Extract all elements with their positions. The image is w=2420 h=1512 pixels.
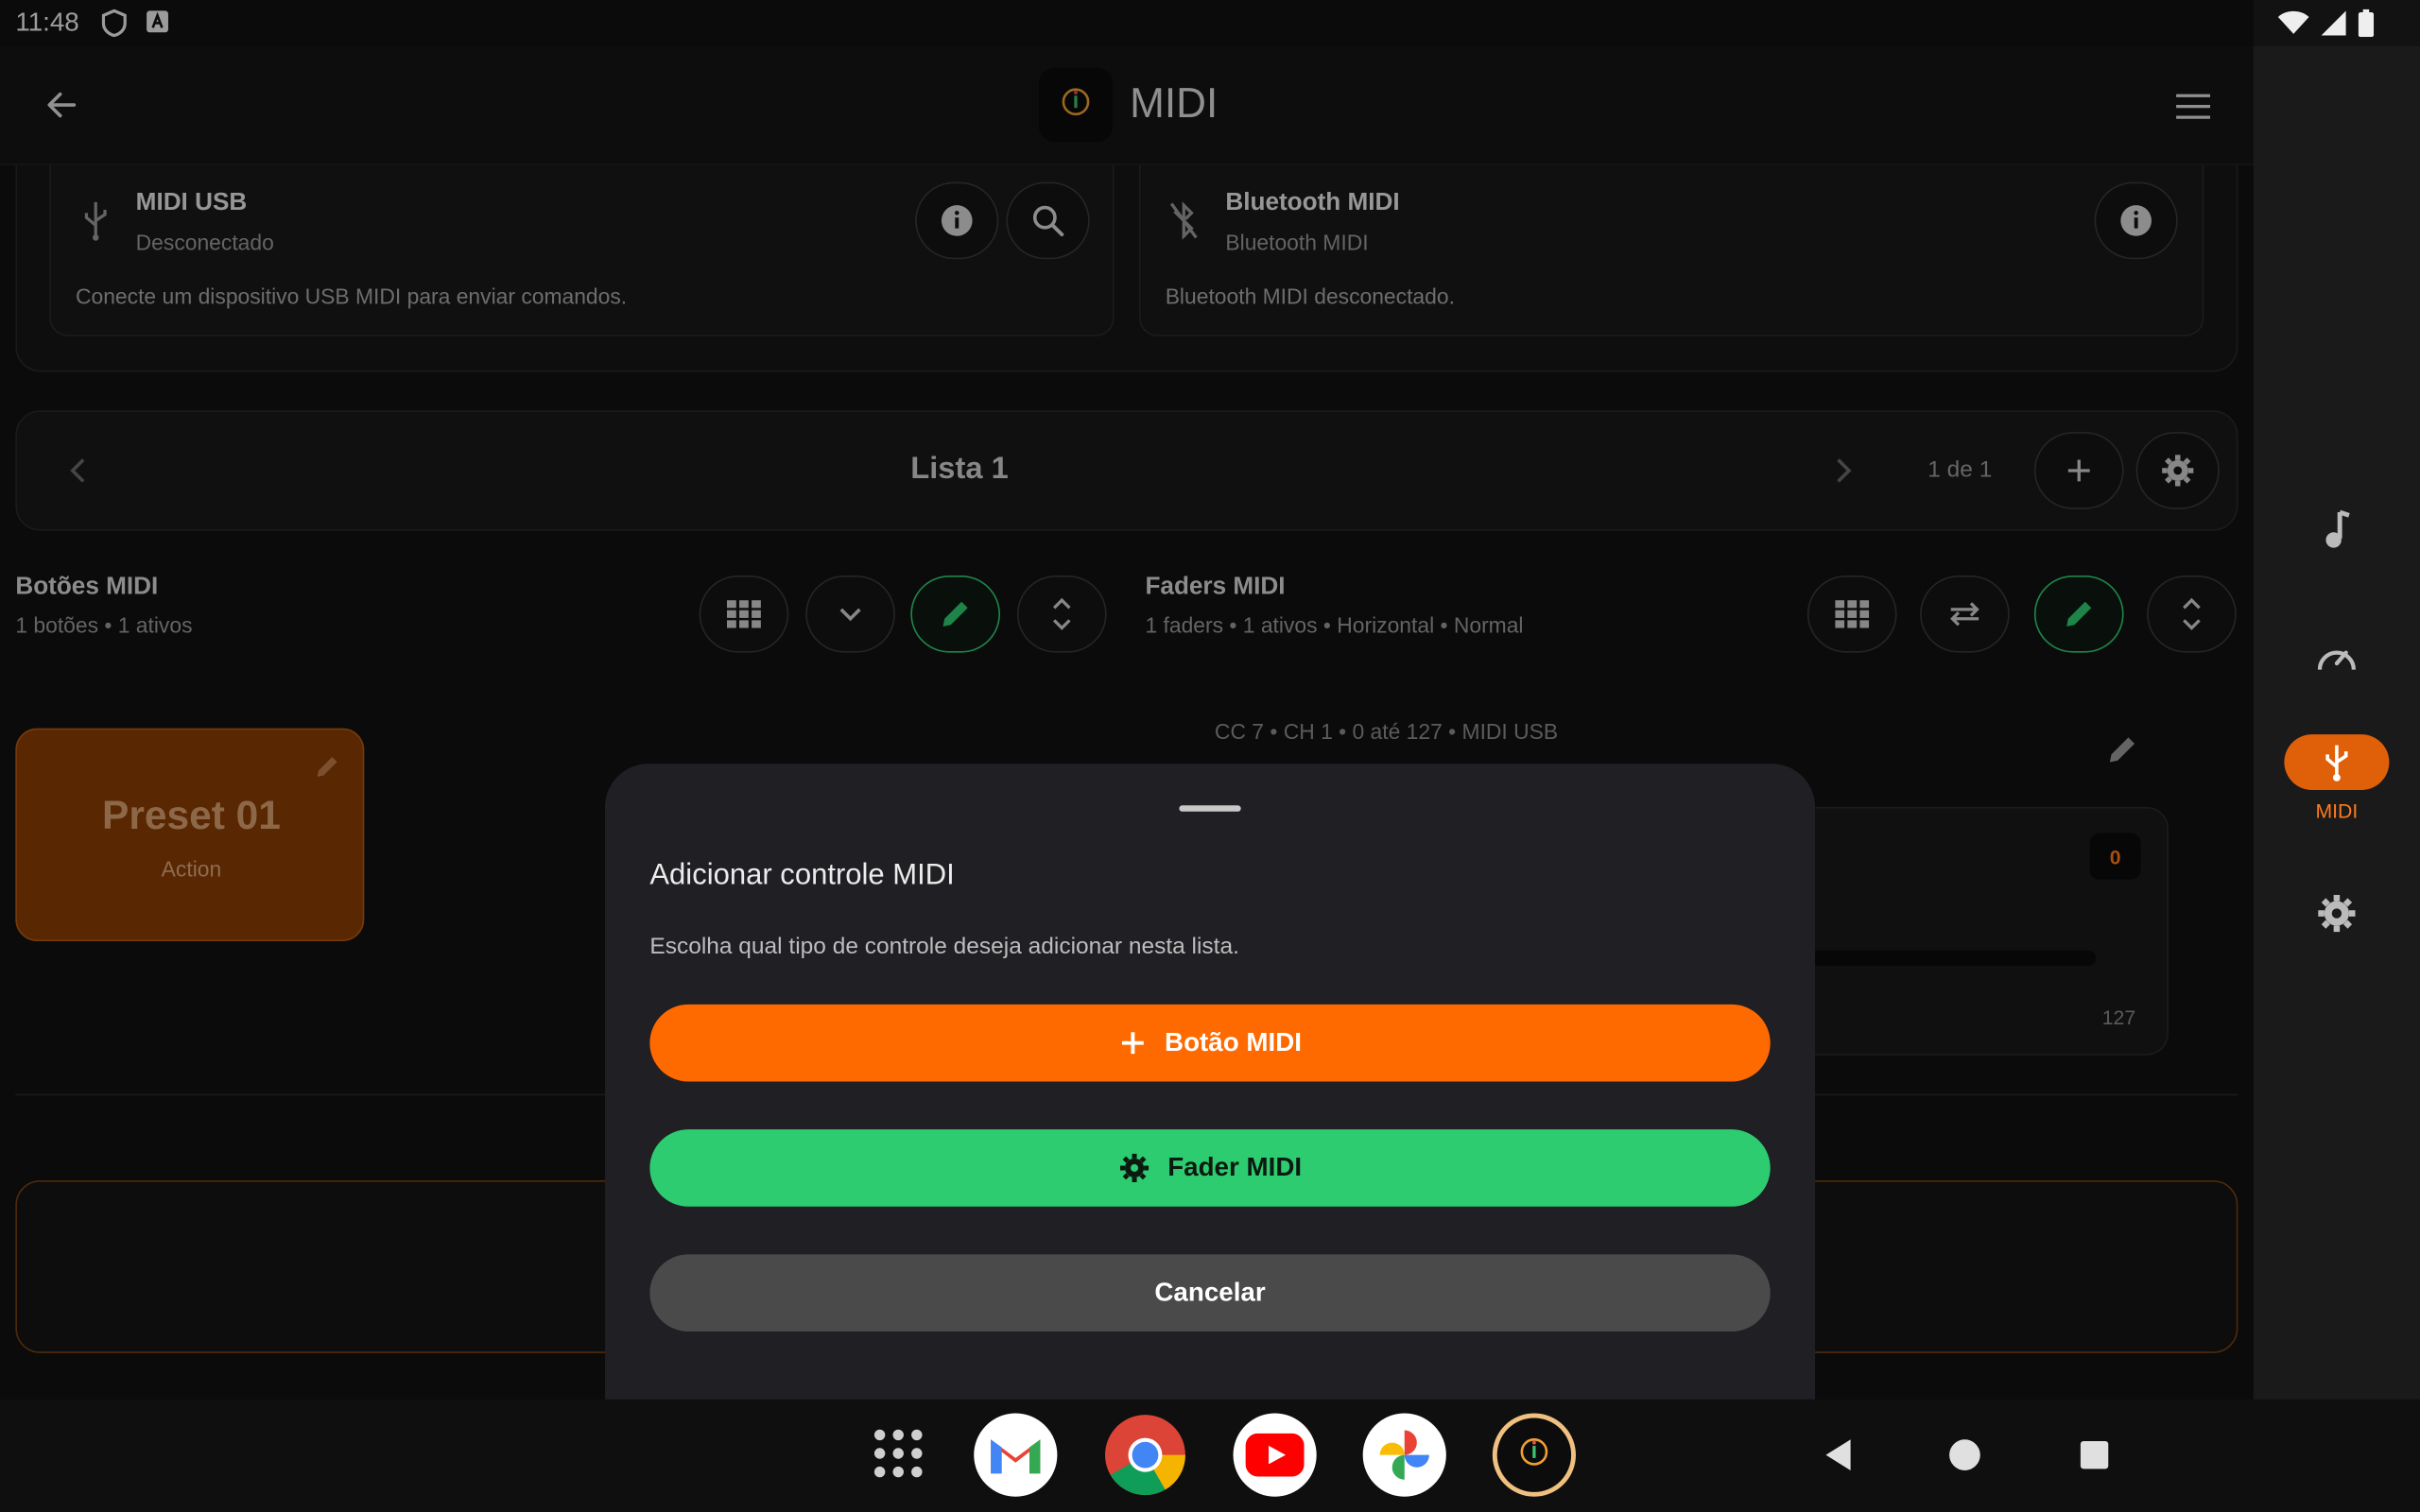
add-midi-button-label: Botão MIDI: [1165, 1027, 1303, 1057]
circle-home-icon: [1949, 1439, 1980, 1470]
rail-item-label: MIDI: [2315, 799, 2359, 823]
dock-youtube[interactable]: [1233, 1413, 1317, 1497]
screen: 11:48 MIDI MIDI MIDI USB Desconectado Co…: [0, 0, 2420, 1512]
battery-icon: [2358, 9, 2375, 38]
rail-item-music[interactable]: [2254, 509, 2420, 553]
nav-recents-button[interactable]: [2071, 1432, 2118, 1478]
dock-chrome[interactable]: [1103, 1414, 1186, 1497]
photos-pinwheel-icon: [1379, 1430, 1429, 1480]
apps-grid-icon: [873, 1429, 923, 1478]
navigation-rail: [2253, 45, 2420, 1400]
speedometer-icon: [2317, 650, 2356, 670]
triangle-back-icon: [1825, 1439, 1851, 1470]
add-midi-fader-label: Fader MIDI: [1167, 1152, 1303, 1182]
rail-active-indicator: [2284, 734, 2390, 790]
gear-icon: [2318, 894, 2356, 933]
gmail-icon: [991, 1439, 1041, 1474]
square-recents-icon: [2080, 1440, 2109, 1469]
usb-icon: [2325, 745, 2348, 782]
youtube-icon: [1245, 1433, 1305, 1477]
add-midi-button-button[interactable]: Botão MIDI: [649, 1004, 1771, 1082]
status-system-icons: [2277, 9, 2375, 38]
dock-icarus[interactable]: [1492, 1413, 1576, 1497]
chrome-icon: [1105, 1415, 1185, 1496]
signal-icon: [2321, 10, 2346, 36]
nav-back-button[interactable]: [1815, 1432, 1861, 1478]
rail-item-settings[interactable]: [2254, 893, 2420, 933]
dock-photos[interactable]: [1362, 1413, 1446, 1497]
rail-item-speed[interactable]: [2254, 639, 2420, 676]
rail-item-midi[interactable]: MIDI: [2254, 734, 2420, 822]
wifi-icon: [2277, 10, 2309, 34]
nav-home-button[interactable]: [1942, 1432, 1988, 1478]
sheet-description: Escolha qual tipo de controle deseja adi…: [649, 933, 1239, 960]
app-drawer-button[interactable]: [868, 1422, 929, 1484]
cancel-button[interactable]: Cancelar: [649, 1254, 1771, 1332]
sheet-title: Adicionar controle MIDI: [649, 859, 955, 892]
sheet-drag-handle[interactable]: [1179, 805, 1241, 812]
taskbar: [0, 1399, 2420, 1512]
cancel-label: Cancelar: [1154, 1277, 1266, 1307]
plus-icon: [1121, 1032, 1144, 1055]
gear-icon: [1119, 1153, 1149, 1183]
music-note-icon: [2325, 509, 2350, 548]
add-midi-fader-button[interactable]: Fader MIDI: [649, 1129, 1771, 1207]
icarus-logo-icon: [1520, 1438, 1548, 1466]
dock-gmail[interactable]: [974, 1413, 1058, 1497]
